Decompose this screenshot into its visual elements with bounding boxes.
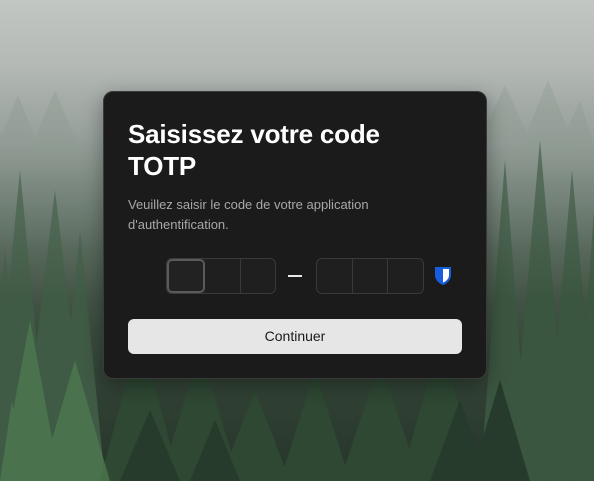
totp-dialog: Saisissez votre code TOTP Veuillez saisi…	[103, 91, 487, 379]
totp-code-input	[166, 258, 456, 294]
code-separator	[288, 275, 302, 277]
shield-icon[interactable]	[434, 266, 452, 286]
code-digit-1[interactable]	[167, 259, 206, 293]
dialog-title: Saisissez votre code TOTP	[128, 119, 380, 181]
code-group-second	[316, 258, 424, 294]
code-digit-5[interactable]	[352, 259, 389, 293]
code-digit-6[interactable]	[388, 259, 423, 293]
dialog-description: Veuillez saisir le code de votre applica…	[128, 197, 369, 232]
code-digit-4[interactable]	[317, 259, 353, 293]
code-group-first	[166, 258, 276, 294]
code-digit-2[interactable]	[205, 259, 241, 293]
continue-button[interactable]: Continuer	[128, 319, 462, 354]
code-digit-3[interactable]	[240, 259, 275, 293]
